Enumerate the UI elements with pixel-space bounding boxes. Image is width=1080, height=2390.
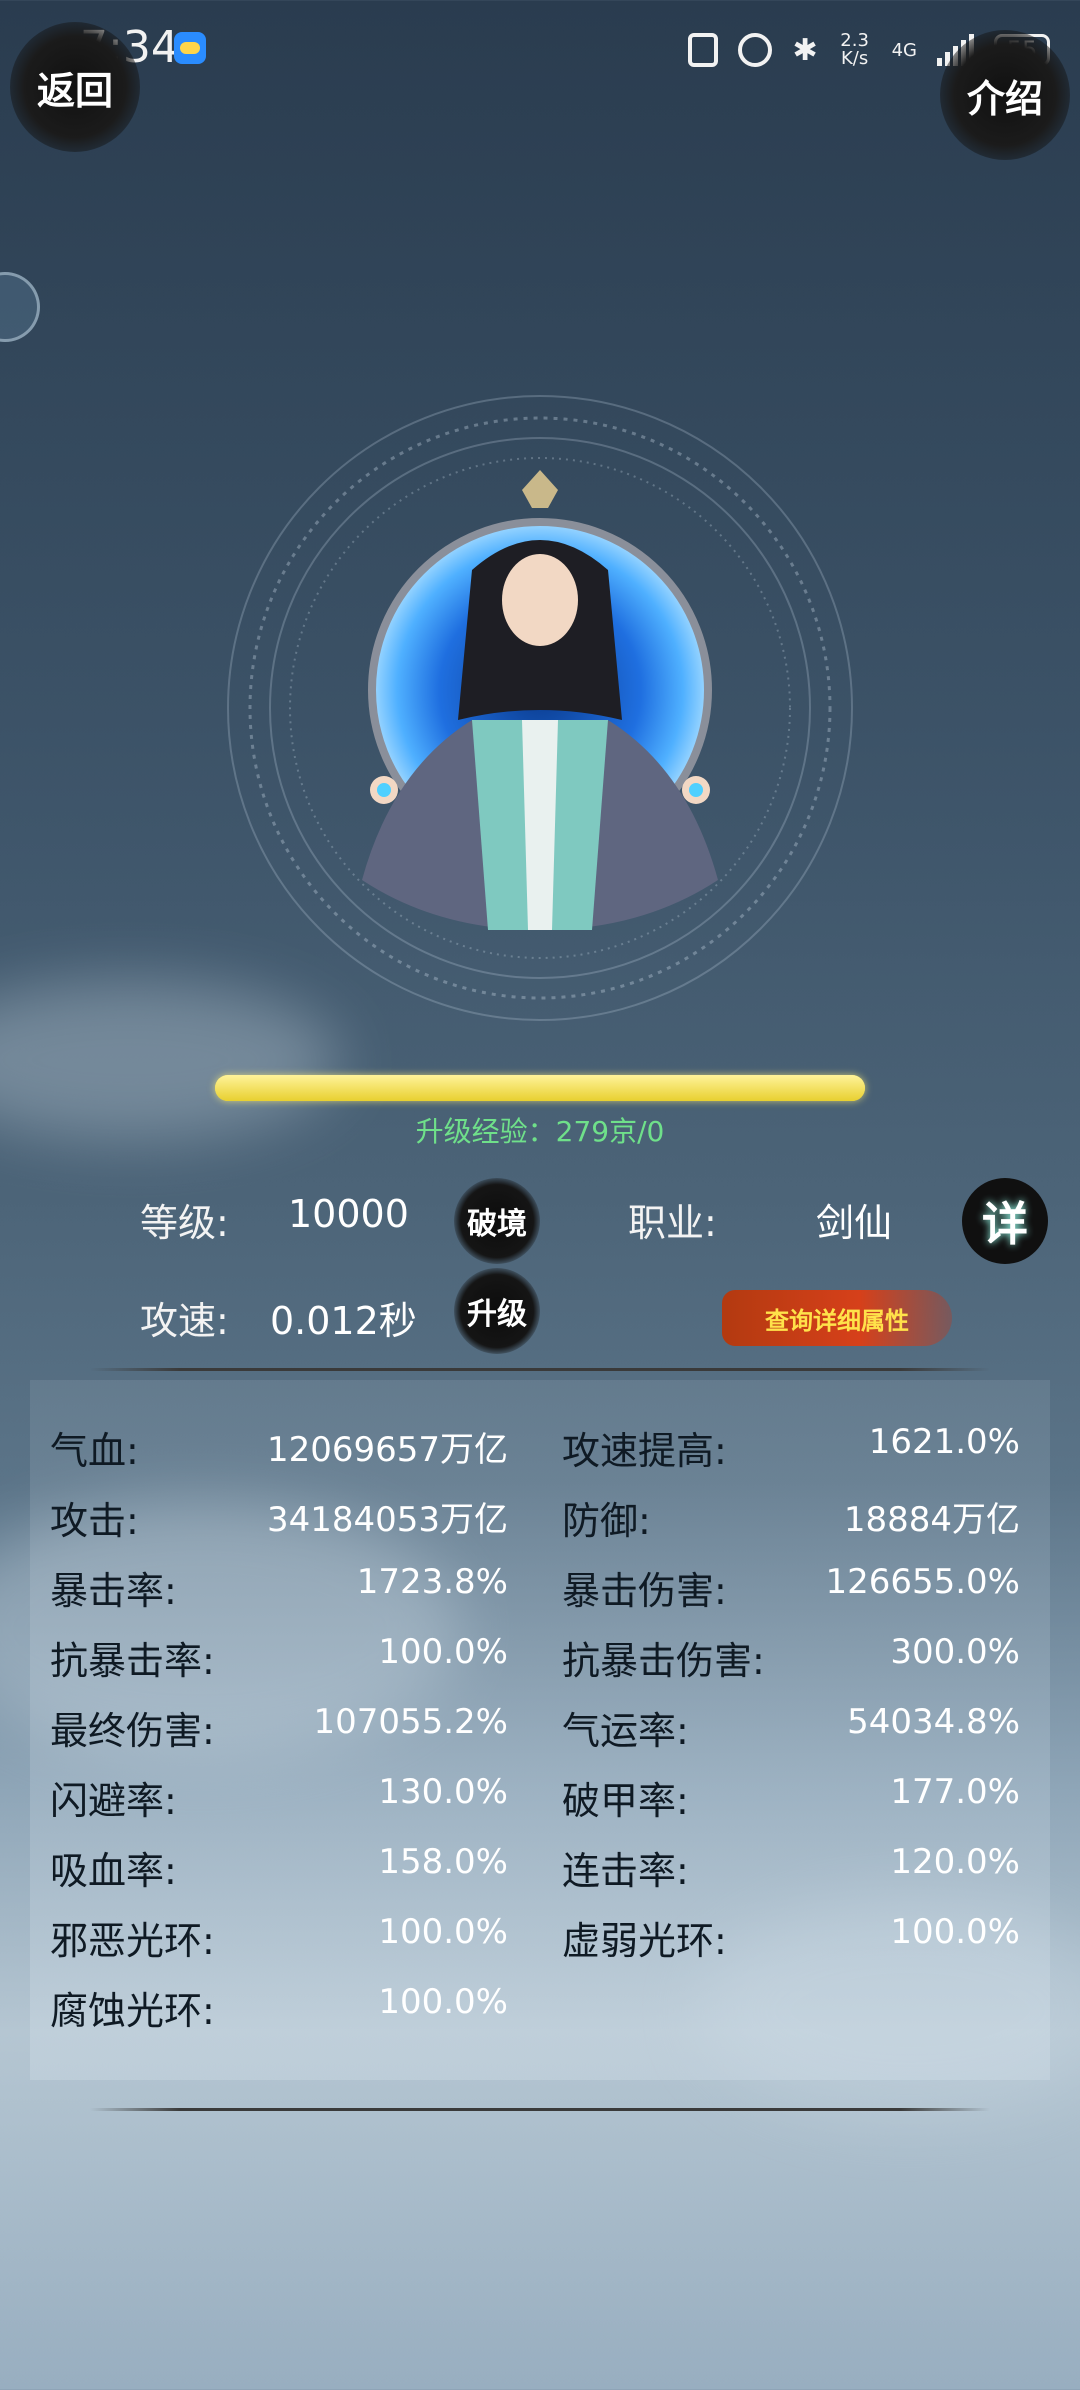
stat-value: 300.0% bbox=[890, 1632, 1020, 1672]
stat-value: 100.0% bbox=[378, 1982, 508, 2022]
stat-label: 最终伤害: bbox=[50, 1709, 215, 1753]
stat-label: 攻速提高: bbox=[562, 1429, 727, 1473]
stat-value: 1723.8% bbox=[356, 1562, 508, 1602]
side-floating-orb[interactable] bbox=[0, 272, 40, 342]
stat-label: 防御: bbox=[562, 1499, 651, 1543]
level-label: 等级: bbox=[140, 1201, 229, 1245]
stat-value: 130.0% bbox=[378, 1772, 508, 1812]
stat-value: 1621.0% bbox=[868, 1422, 1020, 1462]
speed-value: 0.012秒 bbox=[270, 1299, 417, 1343]
weather-app-icon bbox=[174, 32, 206, 64]
exp-progress-bar bbox=[215, 1075, 865, 1101]
class-label: 职业: bbox=[628, 1201, 717, 1245]
back-button[interactable]: 返回 bbox=[10, 22, 140, 152]
divider-bottom bbox=[90, 2108, 990, 2111]
stat-label: 腐蚀光环: bbox=[50, 1989, 215, 2033]
stat-label: 抗暴击伤害: bbox=[562, 1639, 765, 1683]
stat-value: 158.0% bbox=[378, 1842, 508, 1882]
stat-label: 连击率: bbox=[562, 1849, 689, 1893]
detail-label: 详 bbox=[982, 1197, 1028, 1251]
stat-label: 暴击伤害: bbox=[562, 1569, 727, 1613]
stat-label: 邪恶光环: bbox=[50, 1919, 215, 1963]
bluetooth-icon: ✱ bbox=[792, 32, 818, 68]
stat-value: 120.0% bbox=[890, 1842, 1020, 1882]
stat-label: 攻击: bbox=[50, 1499, 139, 1543]
intro-button-label: 介绍 bbox=[966, 76, 1043, 121]
speed-label: 攻速: bbox=[140, 1299, 229, 1343]
class-value: 剑仙 bbox=[816, 1201, 893, 1245]
exp-progress-fill bbox=[215, 1075, 865, 1101]
breakthrough-label: 破境 bbox=[467, 1207, 527, 1242]
network-type: 4G bbox=[891, 39, 917, 61]
upgrade-button[interactable]: 升级 bbox=[454, 1268, 540, 1354]
intro-button[interactable]: 介绍 bbox=[940, 30, 1070, 160]
alarm-icon bbox=[738, 33, 773, 67]
stat-value: 177.0% bbox=[890, 1772, 1020, 1812]
stat-label: 暴击率: bbox=[50, 1569, 177, 1613]
network-speed: 2.3 K/s bbox=[840, 30, 869, 69]
stat-value: 100.0% bbox=[890, 1912, 1020, 1952]
exp-text: 升级经验：279京/0 bbox=[415, 1115, 665, 1148]
stat-label: 气血: bbox=[50, 1429, 139, 1473]
stat-label: 吸血率: bbox=[50, 1849, 177, 1893]
stat-label: 气运率: bbox=[562, 1709, 689, 1753]
status-bar: 7:34 ✱ 2.3 K/s 4G 55 bbox=[0, 0, 1080, 100]
stat-label: 抗暴击率: bbox=[50, 1639, 215, 1683]
stat-value: 18884万亿 bbox=[843, 1500, 1020, 1540]
detail-button[interactable]: 详 bbox=[962, 1178, 1048, 1264]
character-portrait bbox=[227, 395, 853, 1021]
stat-value: 100.0% bbox=[378, 1912, 508, 1952]
stat-value: 34184053万亿 bbox=[266, 1500, 508, 1540]
stat-value: 126655.0% bbox=[825, 1562, 1020, 1602]
stat-label: 虚弱光环: bbox=[562, 1919, 727, 1963]
upgrade-label: 升级 bbox=[467, 1297, 527, 1332]
query-attributes-label: 查询详细属性 bbox=[765, 1306, 909, 1335]
divider-top bbox=[90, 1368, 990, 1371]
stat-label: 破甲率: bbox=[562, 1779, 689, 1823]
stat-value: 107055.2% bbox=[313, 1702, 508, 1742]
stat-value: 54034.8% bbox=[847, 1702, 1020, 1742]
stat-label: 闪避率: bbox=[50, 1779, 177, 1823]
nfc-icon bbox=[688, 33, 719, 67]
stat-value: 12069657万亿 bbox=[266, 1430, 508, 1470]
level-value: 10000 bbox=[288, 1192, 409, 1236]
stat-value: 100.0% bbox=[378, 1632, 508, 1672]
back-button-label: 返回 bbox=[36, 68, 113, 113]
breakthrough-button[interactable]: 破境 bbox=[454, 1178, 540, 1264]
query-attributes-button[interactable]: 查询详细属性 bbox=[722, 1290, 952, 1346]
